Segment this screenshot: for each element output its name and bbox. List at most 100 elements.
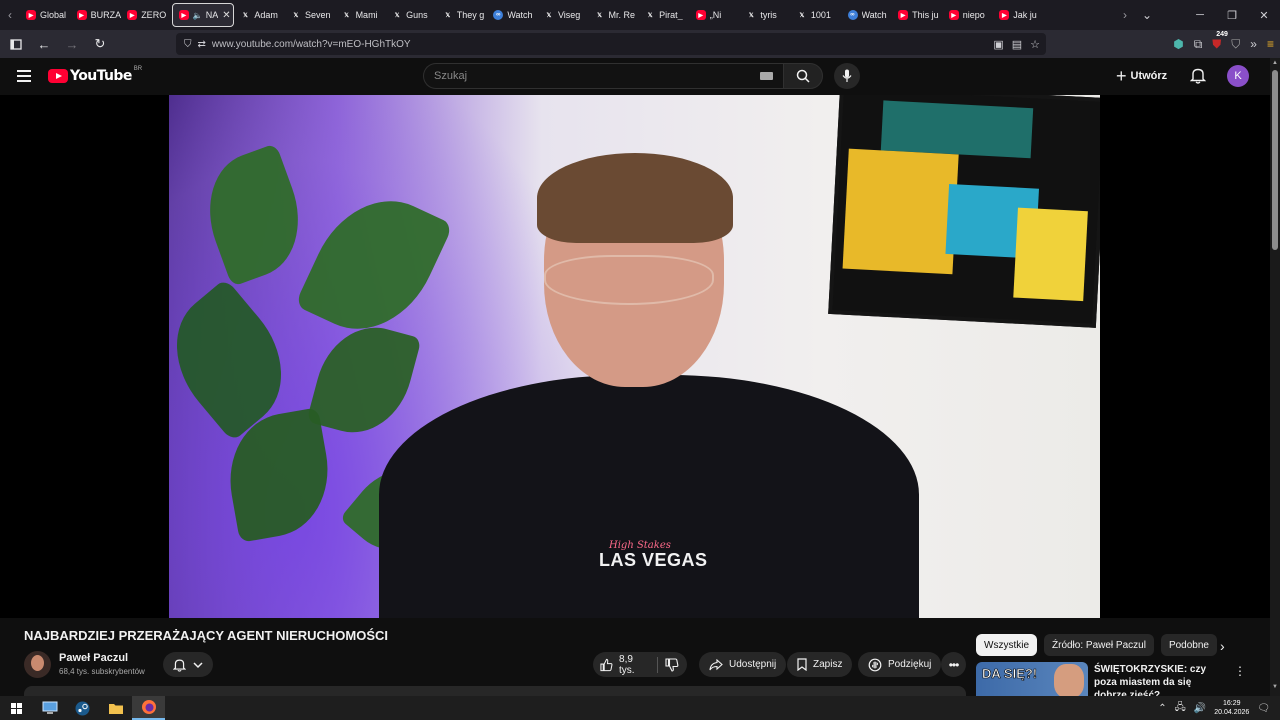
taskbar-app-monitor[interactable]	[33, 696, 66, 720]
minimize-button[interactable]: ─	[1184, 9, 1216, 21]
browser-tab[interactable]: 𝕏 Mami	[336, 3, 386, 27]
reload-button[interactable]: ↻	[88, 32, 112, 56]
network-icon[interactable]: 🖧	[1175, 700, 1186, 717]
close-window-button[interactable]: ✕	[1248, 9, 1280, 22]
tab-scroll-right-button[interactable]: ›	[1115, 0, 1135, 30]
recommendation-menu-icon[interactable]: ⋮	[1234, 664, 1246, 678]
restore-button[interactable]: ❐	[1216, 9, 1248, 22]
save-label: Zapisz	[813, 659, 843, 670]
taskbar-app-file-explorer[interactable]	[99, 696, 132, 720]
chevron-right-icon[interactable]: ›	[1220, 638, 1225, 654]
browser-tab[interactable]: ∞ Watch	[842, 3, 892, 27]
tab-title: They g	[456, 10, 485, 20]
tab-title: Watch	[861, 10, 887, 20]
keyboard-icon[interactable]	[760, 72, 773, 80]
account-avatar[interactable]: K	[1227, 65, 1249, 87]
bookmark-star-icon[interactable]: ☆	[1030, 38, 1040, 51]
page-scrollbar[interactable]: ▲ ▼	[1270, 58, 1280, 696]
thumbs-down-icon	[665, 657, 679, 672]
tab-audio-icon[interactable]: 🔈	[193, 11, 203, 20]
x-favicon-icon: 𝕏	[293, 12, 299, 19]
browser-tab[interactable]: 𝕏 Pirat_	[639, 3, 689, 27]
taskbar-app-steam[interactable]	[66, 696, 99, 720]
description-box[interactable]	[24, 686, 966, 696]
channel-avatar[interactable]	[24, 651, 51, 678]
tab-title: NA	[205, 10, 219, 20]
app-menu-icon[interactable]: ≡	[1267, 37, 1274, 51]
youtube-logo[interactable]: YouTube BR	[48, 66, 142, 84]
browser-tab[interactable]: ▶ niepo	[943, 3, 993, 27]
permissions-icon[interactable]: ⇄	[198, 39, 206, 50]
scroll-up-arrow-icon[interactable]: ▲	[1272, 60, 1278, 66]
scroll-down-arrow-icon[interactable]: ▼	[1272, 684, 1278, 690]
tab-close-icon[interactable]: ✕	[222, 10, 230, 21]
tab-list-dropdown-button[interactable]: ⌄	[1135, 8, 1159, 22]
browser-tab[interactable]: 𝕏 They g	[437, 3, 487, 27]
shirt-print-text: LAS VEGAS	[599, 550, 708, 570]
chip-related[interactable]: Podobne	[1160, 634, 1217, 656]
taskbar-app-firefox[interactable]	[132, 696, 165, 720]
taskbar-clock[interactable]: 16:29 20.04.2026	[1214, 699, 1249, 717]
notifications-center-icon[interactable]: 🗨	[1257, 703, 1270, 714]
volume-icon[interactable]: 🔊	[1194, 703, 1206, 714]
browser-tab[interactable]: 𝕏 Guns	[386, 3, 436, 27]
browser-tab[interactable]: 𝕏 Viseg	[538, 3, 588, 27]
chip-from-channel[interactable]: Źródło: Paweł Paczul	[1044, 634, 1154, 656]
reader-view-icon[interactable]: ▤	[1012, 38, 1022, 51]
browser-tab[interactable]: ▶ „Ni	[690, 3, 740, 27]
folder-icon	[108, 703, 123, 714]
browser-tab[interactable]: ▶ BURZA	[71, 3, 121, 27]
browser-tab[interactable]: ∞ Watch	[487, 3, 537, 27]
browser-tab[interactable]: ▶ Global	[20, 3, 70, 27]
save-button[interactable]: Zapisz	[787, 652, 853, 677]
hamburger-menu-icon[interactable]	[17, 70, 31, 82]
picture-in-picture-icon[interactable]: ▣	[993, 38, 1003, 51]
search-input[interactable]	[423, 63, 784, 89]
youtube-logo-text: YouTube	[70, 68, 132, 84]
ublock-extension-icon[interactable]: ⛊ 249	[1212, 30, 1228, 52]
thanks-button[interactable]: Podziękuj	[858, 652, 942, 677]
youtube-favicon-icon: ▶	[178, 10, 189, 20]
tray-overflow-chevron-icon[interactable]: ⌃	[1158, 703, 1166, 714]
forward-button[interactable]: →	[60, 32, 84, 56]
create-button[interactable]: + Utwórz	[1116, 66, 1167, 86]
youtube-favicon-icon: ▶	[127, 10, 138, 20]
share-button[interactable]: Udostępnij	[699, 652, 787, 677]
sidebar-toggle-icon[interactable]	[4, 32, 28, 56]
browser-tab[interactable]: ▶ This ju	[892, 3, 942, 27]
tab-title: Guns	[406, 10, 428, 20]
chip-all[interactable]: Wszystkie	[976, 634, 1037, 656]
scrollbar-thumb[interactable]	[1272, 70, 1278, 250]
notifications-button[interactable]	[1189, 67, 1207, 89]
browser-tab[interactable]: 𝕏tyris	[740, 3, 790, 27]
like-button[interactable]: 8,9 tys.	[593, 652, 657, 677]
subscription-notifications-button[interactable]	[163, 652, 213, 677]
voice-search-button[interactable]	[834, 63, 860, 89]
browser-tab[interactable]: ▶ ZERO	[121, 3, 171, 27]
dislike-button[interactable]	[658, 652, 687, 677]
browser-tab[interactable]: ▶ Jak ju	[993, 3, 1043, 27]
browser-tab-active[interactable]: ▶ 🔈 NA ✕	[171, 3, 234, 27]
clock-date: 20.04.2026	[1214, 709, 1250, 716]
extensions-puzzle-icon[interactable]: ⧉	[1194, 37, 1203, 52]
browser-tab[interactable]: 𝕏 Mr. Re	[589, 3, 639, 27]
window-controls: ─ ❐ ✕	[1184, 0, 1280, 30]
browser-tab[interactable]: 𝕏 Seven	[285, 3, 335, 27]
address-bar[interactable]: ⛉ ⇄ www.youtube.com/watch?v=mEO-HGhTkOY …	[176, 33, 1046, 55]
vpn-extension-icon[interactable]: ⬢	[1173, 37, 1183, 51]
browser-tab[interactable]: 𝕏 1001	[791, 3, 841, 27]
browser-tab[interactable]: 𝕏 Adam	[234, 3, 284, 27]
search-button[interactable]	[783, 63, 823, 89]
channel-name[interactable]: Paweł Paczul	[59, 652, 128, 664]
tab-scroll-left-button[interactable]: ‹	[0, 0, 20, 30]
video-player[interactable]: High Stakes LAS VEGAS	[0, 95, 1270, 618]
start-button[interactable]	[0, 696, 33, 720]
more-actions-button[interactable]: •••	[941, 652, 966, 677]
video-frame[interactable]: High Stakes LAS VEGAS	[169, 95, 1100, 618]
recommendation-chips: Wszystkie Źródło: Paweł Paczul Podobne	[976, 634, 1217, 656]
shield-icon[interactable]: ⛉	[184, 39, 192, 50]
back-button[interactable]: ←	[32, 32, 56, 56]
privacy-shield-icon[interactable]: ⛉	[1231, 37, 1240, 52]
recommendation-thumbnail[interactable]: DA SIĘ?!	[976, 662, 1088, 696]
overflow-menu-icon[interactable]: »	[1250, 37, 1257, 51]
